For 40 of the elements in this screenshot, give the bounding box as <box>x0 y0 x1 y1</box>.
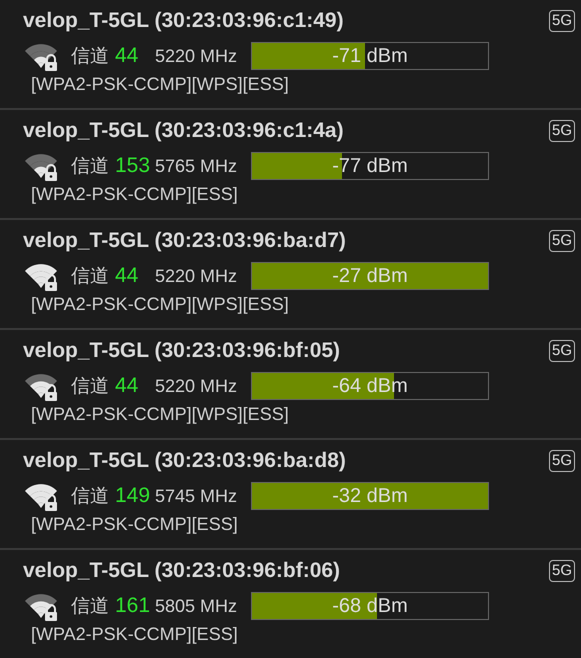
channel-label: 信道 <box>71 45 109 69</box>
signal-reading: -64 dBm <box>332 374 408 398</box>
network-title: velop_T-5GL (30:23:03:96:ba:d7) <box>23 228 346 254</box>
band-badge: 5G <box>548 230 575 252</box>
security-flags: [WPA2-PSK-CCMP][WPS][ESS] <box>31 294 289 315</box>
signal-reading: -32 dBm <box>332 484 408 508</box>
channel-number: 153 <box>115 154 152 178</box>
signal-reading: -27 dBm <box>332 264 408 288</box>
channel-number: 44 <box>115 374 140 398</box>
security-flags: [WPA2-PSK-CCMP][WPS][ESS] <box>31 404 289 425</box>
security-flags: [WPA2-PSK-CCMP][ESS] <box>31 624 238 645</box>
band-badge: 5G <box>548 120 575 142</box>
channel-number: 44 <box>115 264 140 288</box>
channel-label: 信道 <box>71 155 109 179</box>
signal-reading: -71 dBm <box>332 44 408 68</box>
security-flags: [WPA2-PSK-CCMP][WPS][ESS] <box>31 74 289 95</box>
frequency: 5220 MHz <box>155 266 238 286</box>
frequency: 5220 MHz <box>155 376 238 396</box>
frequency: 5745 MHz <box>155 486 238 506</box>
frequency: 5805 MHz <box>155 596 238 616</box>
channel-label: 信道 <box>71 485 109 509</box>
channel-label: 信道 <box>71 595 109 619</box>
security-flags: [WPA2-PSK-CCMP][ESS] <box>31 514 238 535</box>
channel-number: 149 <box>115 484 152 508</box>
channel-number: 161 <box>115 594 152 618</box>
security-flags: [WPA2-PSK-CCMP][ESS] <box>31 184 238 205</box>
band-badge: 5G <box>548 340 575 362</box>
frequency: 5220 MHz <box>155 46 238 66</box>
band-badge: 5G <box>548 450 575 472</box>
network-title: velop_T-5GL (30:23:03:96:ba:d8) <box>23 448 346 474</box>
network-title: velop_T-5GL (30:23:03:96:c1:4a) <box>23 118 344 144</box>
channel-number: 44 <box>115 44 140 68</box>
band-badge: 5G <box>548 10 575 32</box>
band-badge: 5G <box>548 560 575 582</box>
frequency: 5765 MHz <box>155 156 238 176</box>
network-title: velop_T-5GL (30:23:03:96:bf:06) <box>23 558 340 584</box>
network-title: velop_T-5GL (30:23:03:96:c1:49) <box>23 8 344 34</box>
network-title: velop_T-5GL (30:23:03:96:bf:05) <box>23 338 340 364</box>
channel-label: 信道 <box>71 375 109 399</box>
channel-label: 信道 <box>71 265 109 289</box>
